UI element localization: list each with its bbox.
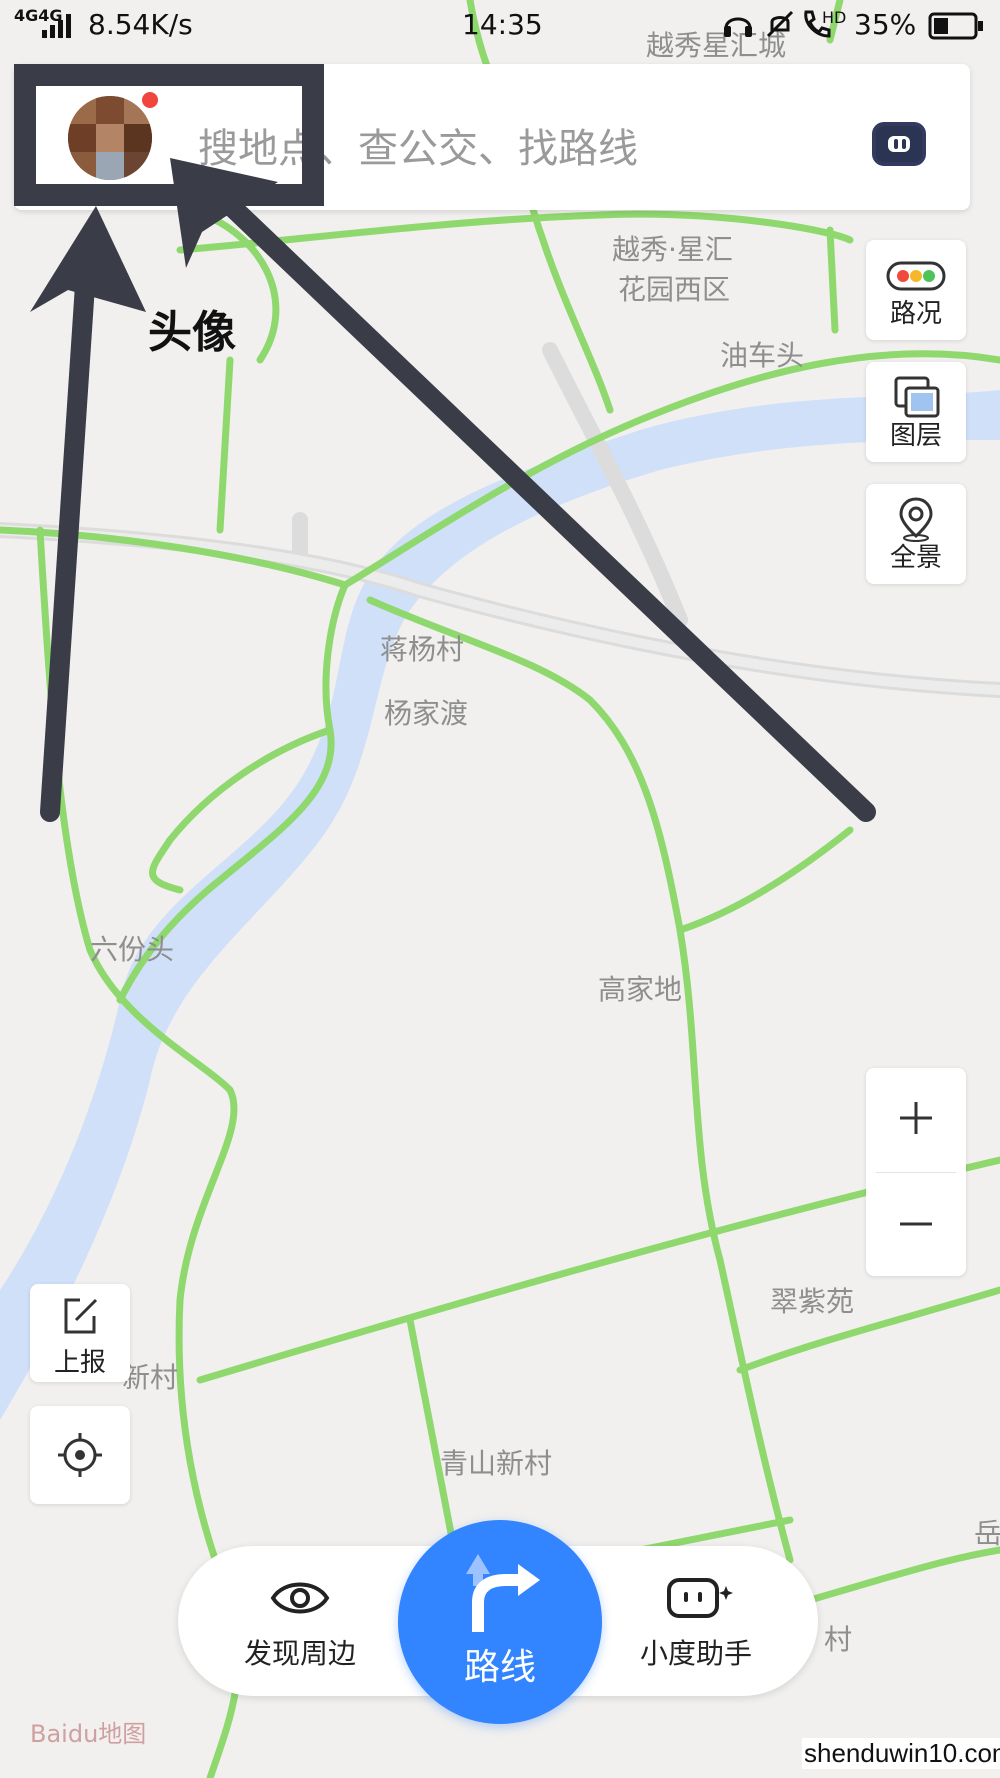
layers-icon — [894, 376, 940, 418]
route-button[interactable]: 路线 — [398, 1520, 602, 1724]
layers-button[interactable]: 图层 — [866, 362, 966, 462]
assistant-button[interactable]: 小度助手 — [596, 1546, 796, 1696]
zoom-out-button[interactable] — [866, 1172, 966, 1276]
baidu-map-logo: Baidu地图 — [30, 1720, 147, 1748]
turn-right-arrow-icon — [466, 1554, 540, 1632]
eye-icon — [270, 1582, 330, 1614]
plus-icon — [900, 1102, 932, 1134]
panorama-pin-icon — [899, 497, 933, 542]
zoom-controls — [866, 1068, 966, 1276]
edit-icon — [64, 1298, 98, 1334]
locate-button[interactable] — [30, 1406, 130, 1504]
report-label: 上报 — [53, 1348, 106, 1378]
panorama-label: 全景 — [889, 543, 942, 573]
minus-icon — [900, 1222, 932, 1226]
site-watermark: shenduwin10.com — [802, 1738, 1000, 1769]
zoom-in-button[interactable] — [866, 1068, 966, 1172]
panorama-button[interactable]: 全景 — [866, 484, 966, 584]
layers-label: 图层 — [889, 421, 942, 451]
xiaodu-assistant-icon — [667, 1578, 733, 1618]
report-button[interactable]: 上报 — [30, 1284, 130, 1382]
assistant-label: 小度助手 — [639, 1637, 752, 1670]
route-label: 路线 — [463, 1647, 536, 1688]
discover-nearby-button[interactable]: 发现周边 — [200, 1546, 400, 1696]
locate-icon — [58, 1433, 102, 1477]
traffic-light-icon — [886, 261, 946, 291]
traffic-button[interactable]: 路况 — [866, 240, 966, 340]
annotation-label: 头像 — [148, 307, 236, 358]
annotation-arrows — [30, 158, 876, 822]
traffic-label: 路况 — [889, 299, 942, 329]
discover-label: 发现周边 — [243, 1637, 356, 1670]
